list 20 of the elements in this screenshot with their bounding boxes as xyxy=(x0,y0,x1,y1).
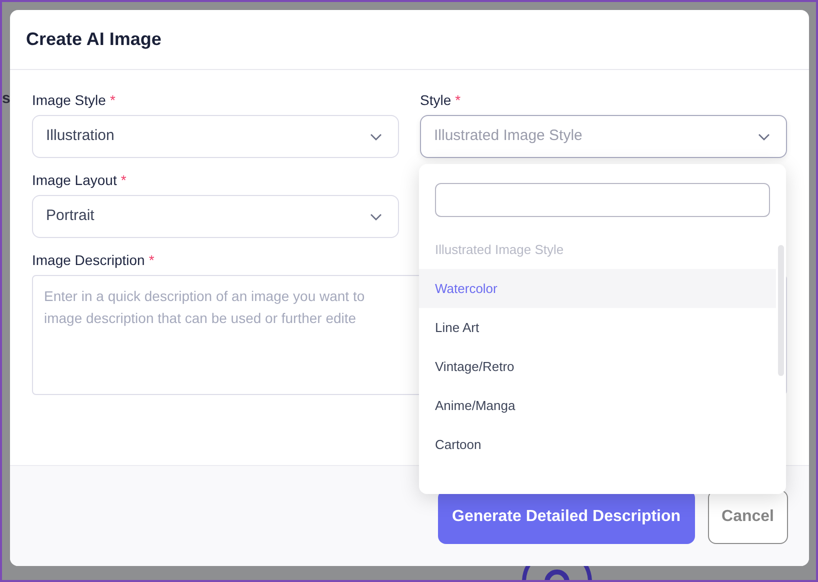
background-text: s xyxy=(2,90,10,108)
chevron-down-icon xyxy=(370,132,382,140)
cancel-button[interactable]: Cancel xyxy=(708,490,788,544)
field-label: Style xyxy=(420,91,452,107)
search-field[interactable] xyxy=(435,183,770,217)
required-asterisk: * xyxy=(148,251,154,267)
required-asterisk: * xyxy=(110,91,116,107)
select-field[interactable]: Illustration xyxy=(32,115,399,158)
chevron-down-icon xyxy=(370,212,382,220)
dropdown-option[interactable]: Watercolor xyxy=(419,269,776,308)
required-asterisk: * xyxy=(120,171,126,187)
field-label: Image Description xyxy=(32,251,145,267)
select-field[interactable]: Portrait xyxy=(32,195,399,238)
required-asterisk: * xyxy=(455,91,461,107)
dialog-title: Create AI Image xyxy=(26,28,162,51)
field-label: Image Layout xyxy=(32,171,117,187)
field-label: Image Style xyxy=(32,91,106,107)
circle-icon xyxy=(520,565,594,580)
scrollbar[interactable] xyxy=(778,245,784,376)
chevron-down-icon xyxy=(758,132,770,140)
